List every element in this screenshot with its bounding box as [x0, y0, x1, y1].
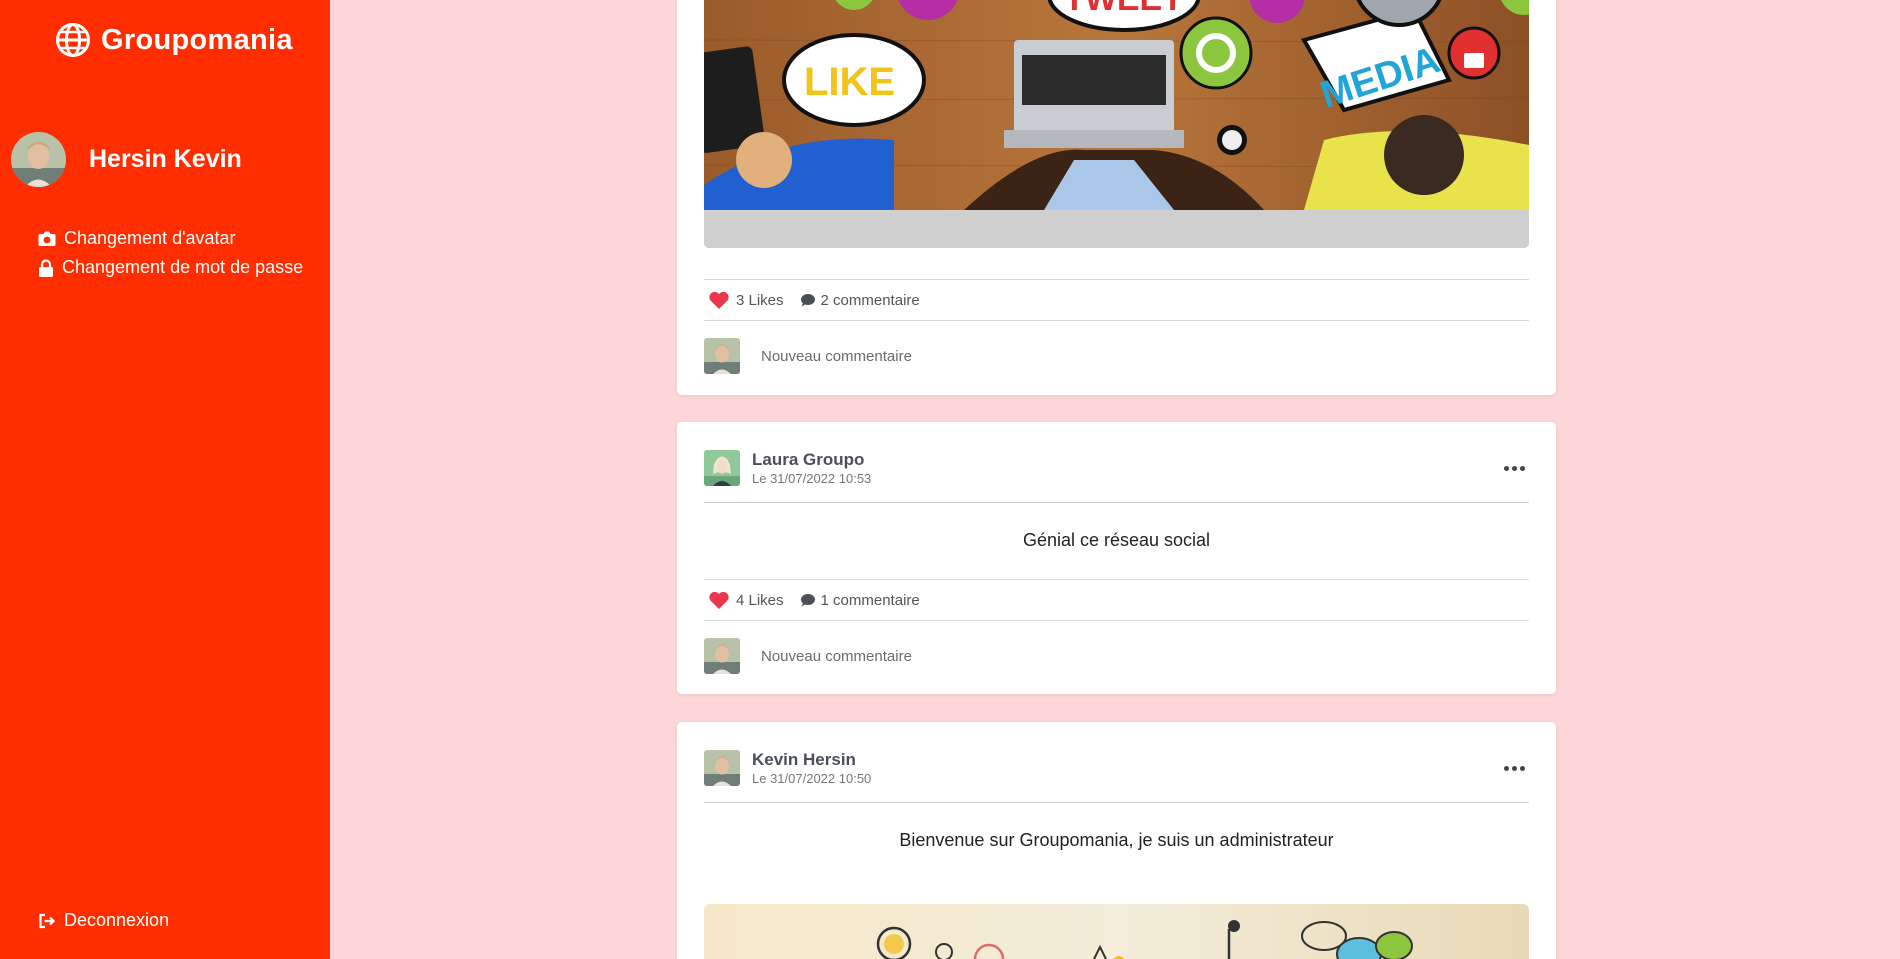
post-header: Kevin Hersin Le 31/07/2022 10:50: [704, 749, 1529, 787]
sidebar: Groupomania Hersin Kevin Changement d'av…: [0, 0, 330, 959]
post-image[interactable]: LIKE TWEET MEDIA: [704, 0, 1529, 248]
new-comment-row: [704, 338, 1529, 374]
post-text: Génial ce réseau social: [1022, 530, 1211, 550]
comment-user-avatar: [704, 338, 740, 374]
brand-logo[interactable]: Groupomania: [55, 22, 293, 58]
comment-icon: [800, 294, 815, 307]
post-options-button[interactable]: [1504, 765, 1525, 771]
menu-item-label: Changement de mot de passe: [62, 257, 304, 277]
svg-text:TWEET: TWEET: [1064, 0, 1183, 18]
post-stats: 4 Likes 1 commentaire: [704, 579, 1529, 621]
divider: [704, 802, 1529, 803]
post-stats: 3 Likes 2 commentaire: [704, 279, 1529, 321]
user-name: Hersin Kevin: [89, 145, 242, 173]
divider: [704, 502, 1529, 503]
logout-label: Deconnexion: [64, 910, 170, 930]
sign-out-icon: [39, 913, 56, 928]
post-date: Le 31/07/2022 10:50: [752, 771, 872, 786]
author-name[interactable]: Kevin Hersin: [752, 750, 871, 770]
author-name[interactable]: Laura Groupo: [752, 450, 871, 470]
likes-count: 3 Likes: [736, 291, 784, 309]
author-avatar[interactable]: [704, 450, 740, 486]
post-card: Kevin Hersin Le 31/07/2022 10:50 Bienven…: [677, 722, 1556, 959]
author-avatar[interactable]: [704, 750, 740, 786]
author-info: Laura Groupo Le 31/07/2022 10:53: [752, 450, 871, 486]
camera-icon: [38, 231, 56, 246]
post-card: Laura Groupo Le 31/07/2022 10:53 Génial …: [677, 422, 1556, 694]
lock-icon: [39, 258, 53, 277]
post-card: LIKE TWEET MEDIA 3 Likes: [677, 0, 1556, 395]
brand-name: Groupomania: [101, 23, 293, 56]
ellipsis-icon: [1504, 465, 1509, 471]
new-comment-input[interactable]: [761, 647, 1361, 665]
comments-link[interactable]: 2 commentaire: [800, 292, 920, 309]
svg-text:LIKE: LIKE: [804, 60, 895, 104]
post-date: Le 31/07/2022 10:53: [752, 471, 872, 486]
post-header: Laura Groupo Le 31/07/2022 10:53: [704, 449, 1529, 487]
post-text: Bienvenue sur Groupomania, je suis un ad…: [899, 830, 1334, 850]
post-options-button[interactable]: [1504, 465, 1525, 471]
menu-item-label: Changement d'avatar: [64, 228, 236, 248]
likes-count: 4 Likes: [736, 591, 784, 609]
new-comment-input[interactable]: [761, 347, 1361, 365]
ellipsis-icon: [1504, 765, 1509, 771]
logout-button[interactable]: Deconnexion: [38, 910, 169, 931]
new-comment-row: [704, 638, 1529, 674]
menu-item-change-password[interactable]: Changement de mot de passe: [38, 253, 303, 282]
globe-icon: [56, 23, 90, 57]
like-button[interactable]: 3 Likes: [708, 291, 784, 310]
menu-item-change-avatar[interactable]: Changement d'avatar: [38, 224, 303, 253]
comments-count: 1 commentaire: [820, 591, 920, 609]
author-info: Kevin Hersin Le 31/07/2022 10:50: [752, 750, 871, 786]
user-profile: Hersin Kevin: [11, 132, 242, 187]
like-button[interactable]: 4 Likes: [708, 591, 784, 610]
heart-icon: [709, 291, 729, 309]
user-avatar[interactable]: [11, 132, 66, 187]
heart-icon: [709, 591, 729, 609]
comment-user-avatar: [704, 638, 740, 674]
comment-icon: [800, 594, 815, 607]
comments-count: 2 commentaire: [820, 291, 920, 309]
sidebar-menu: Changement d'avatar Changement de mot de…: [38, 224, 303, 282]
post-image[interactable]: [704, 904, 1529, 959]
comments-link[interactable]: 1 commentaire: [800, 592, 920, 609]
